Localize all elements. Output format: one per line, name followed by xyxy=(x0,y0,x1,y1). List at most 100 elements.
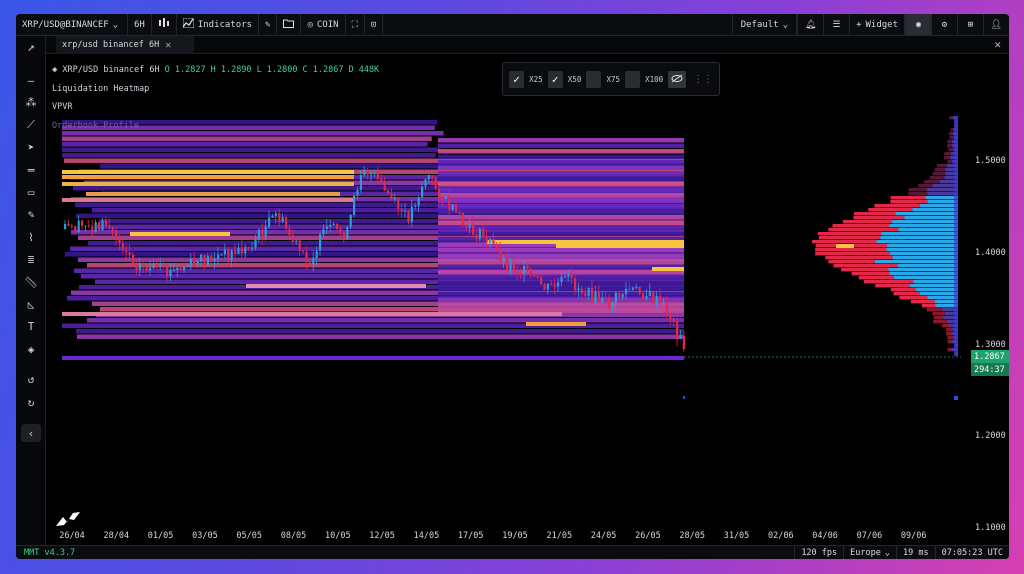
x50-checkbox[interactable]: ✓ xyxy=(547,70,563,88)
fullscreen-button[interactable]: ⛶ xyxy=(346,14,365,35)
candle xyxy=(363,169,366,176)
candle xyxy=(305,251,308,263)
indicators-button[interactable]: Indicators xyxy=(177,14,260,35)
x75-checkbox[interactable] xyxy=(586,70,602,88)
folder-icon xyxy=(283,19,295,31)
dropdown-button[interactable]: ⊡ xyxy=(365,14,384,35)
candle xyxy=(155,264,158,267)
send-icon: ➤ xyxy=(27,140,35,154)
chart-tab[interactable]: xrp/usd binancef 6H ✕ xyxy=(56,36,194,54)
collapse-sidebar-button[interactable]: ‹ xyxy=(21,424,41,442)
layout-selector[interactable]: Default ⌄ xyxy=(731,14,798,35)
candle xyxy=(336,223,339,230)
candle xyxy=(618,292,621,298)
vpvr-buy-bar xyxy=(912,208,958,212)
x100-checkbox[interactable] xyxy=(625,70,641,88)
forecast-tool[interactable]: ◺ xyxy=(21,295,41,313)
draw-button[interactable]: ✎ xyxy=(259,14,278,35)
account-button[interactable]: 👤︎ xyxy=(983,14,1009,35)
indicators-icon xyxy=(182,17,195,31)
coin-label: COIN xyxy=(316,19,339,30)
network-tool[interactable]: ⁂ xyxy=(21,93,41,111)
indicator-vpvr[interactable]: VPVR xyxy=(52,98,379,117)
candle xyxy=(356,189,359,196)
watchlist-button[interactable]: ☰ xyxy=(823,14,849,35)
trendline-tool[interactable]: ⟋ xyxy=(21,116,41,134)
price-axis[interactable]: 1.5000 1.4000 1.3000 1.2000 1.1000 1.286… xyxy=(961,54,1009,545)
alerts-button[interactable]: 🔔︎ xyxy=(797,14,823,35)
fullscreen-icon: ⛶ xyxy=(351,19,358,30)
candle xyxy=(291,234,294,242)
chart-tab-bar: xrp/usd binancef 6H ✕ ✕ xyxy=(46,36,1009,54)
list-icon: ☰ xyxy=(832,19,841,30)
vpvr-sell-bar xyxy=(851,272,890,276)
liquidation-band xyxy=(62,198,354,202)
candle xyxy=(98,222,101,231)
candle xyxy=(608,297,611,307)
brush-tool[interactable]: ✎ xyxy=(21,205,41,223)
candle xyxy=(268,217,271,227)
candle xyxy=(162,265,165,267)
coin-button[interactable]: ◎ COIN xyxy=(301,14,346,35)
line-chart-tool[interactable]: ⌇ xyxy=(21,228,41,246)
vpvr-buy-bar xyxy=(886,248,958,252)
time-axis[interactable]: 26/04 28/04 01/05 03/05 05/05 08/05 10/05 12/05… xyxy=(46,529,961,545)
ruler-tool[interactable]: 📏︎ xyxy=(21,273,41,291)
indicator-orderbook-profile[interactable]: Orderbook Profile xyxy=(52,117,379,136)
chart-type-button[interactable] xyxy=(152,14,177,35)
drag-handle-icon[interactable]: ⋮⋮ xyxy=(693,74,713,85)
vpvr-sell-bar xyxy=(874,204,920,208)
vpvr-buy-bar xyxy=(888,268,958,272)
candle xyxy=(281,217,284,223)
indicators-label: Indicators xyxy=(197,19,253,30)
settings-button[interactable]: ⚙ xyxy=(931,14,957,35)
vpvr-buy-bar xyxy=(886,244,958,248)
candle xyxy=(461,212,464,226)
indicator-liquidation-heatmap[interactable]: Liquidation Heatmap xyxy=(52,80,379,99)
symbol-selector[interactable]: XRP/USD@BINANCEF ⌄ xyxy=(16,14,128,35)
close-panel-icon[interactable]: ✕ xyxy=(994,38,1001,51)
heatmap-band xyxy=(438,204,684,209)
folder-button[interactable] xyxy=(277,14,302,35)
vpvr-buy-bar xyxy=(874,260,958,264)
candle xyxy=(240,248,243,254)
time-tick: 19/05 xyxy=(502,531,528,541)
candle xyxy=(206,255,209,265)
timeframe-selector[interactable]: 6H xyxy=(128,14,152,35)
x25-checkbox[interactable]: ✓ xyxy=(509,70,525,88)
candle xyxy=(261,229,264,238)
text-tool[interactable]: T xyxy=(21,317,41,335)
redo-button[interactable]: ↻ xyxy=(21,393,41,411)
fib-tool[interactable]: ≣ xyxy=(21,250,41,268)
candle xyxy=(472,223,475,235)
ray-tool[interactable]: ➤ xyxy=(21,138,41,156)
layers-tool[interactable]: ◈ xyxy=(21,340,41,358)
vpvr-buy-bar xyxy=(925,196,958,200)
hide-toggle[interactable] xyxy=(668,70,686,88)
vpvr-buy-bar xyxy=(876,240,958,244)
time-tick: 02/06 xyxy=(768,531,794,541)
x25-label: X25 xyxy=(529,74,543,84)
add-widget-button[interactable]: + Widget xyxy=(849,14,905,35)
legend-delta: D 448K xyxy=(348,65,380,75)
x100-label: X100 xyxy=(645,74,664,84)
camera-icon: ◉ xyxy=(915,19,922,30)
bot-button[interactable]: ⊞ xyxy=(957,14,983,35)
undo-button[interactable]: ↺ xyxy=(21,370,41,388)
vpvr-sell-bar xyxy=(948,148,954,152)
time-tick: 08/05 xyxy=(280,531,307,541)
screenshot-button[interactable]: ◉ xyxy=(905,14,931,35)
vpvr-buy-bar xyxy=(909,284,958,288)
chevron-left-icon: ‹ xyxy=(27,426,35,440)
region-selector[interactable]: Europe ⌄ xyxy=(843,546,896,559)
channel-tool[interactable]: ═ xyxy=(21,161,41,179)
time-tick: 05/05 xyxy=(236,531,262,541)
chart-area[interactable]: ◈ XRP/USD binancef 6H O 1.2827 H 1.2890 … xyxy=(46,54,1009,545)
chart-legend: ◈ XRP/USD binancef 6H O 1.2827 H 1.2890 … xyxy=(52,61,379,135)
rectangle-tool[interactable]: ▭ xyxy=(21,183,41,201)
vpvr-sell-bar xyxy=(933,320,947,324)
time-tick: 03/05 xyxy=(192,531,218,541)
cursor-tool[interactable]: ➚ xyxy=(21,39,41,57)
close-icon[interactable]: ✕ xyxy=(165,40,171,51)
horizontal-line-tool[interactable]: — xyxy=(21,71,41,89)
